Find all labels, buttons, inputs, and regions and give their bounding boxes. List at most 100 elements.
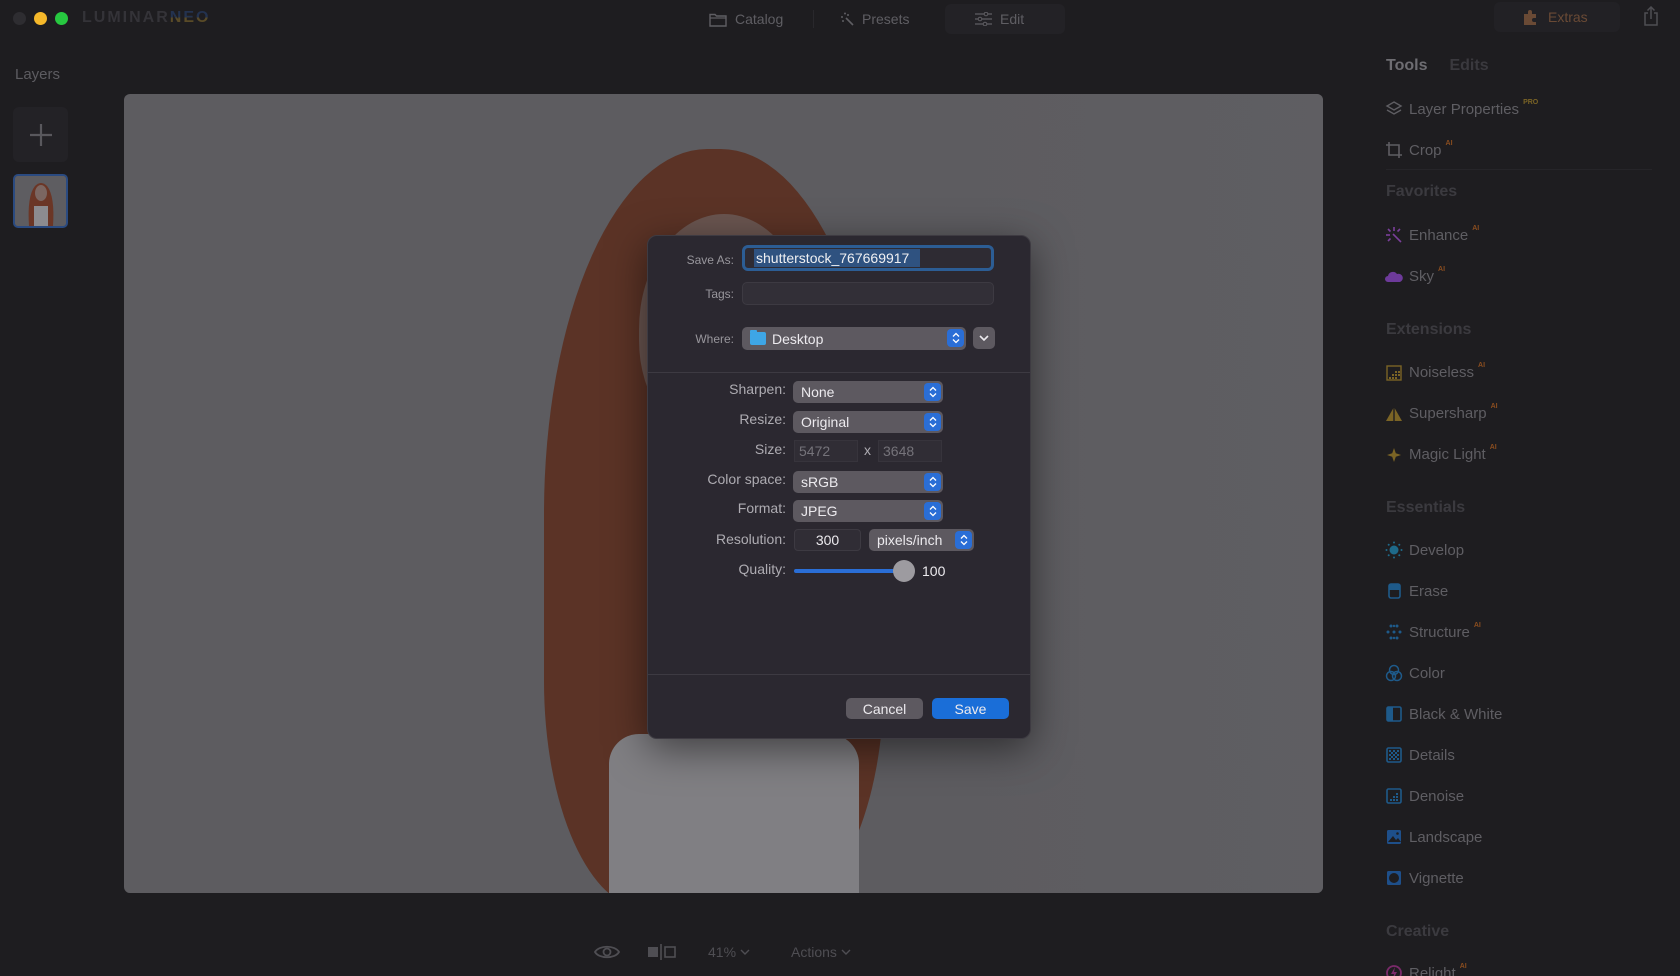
cancel-button[interactable]: Cancel	[846, 698, 923, 719]
sharpen-label: Sharpen:	[729, 381, 786, 397]
tool-magic-light[interactable]: Magic Light AI	[1385, 443, 1497, 465]
nav-edit-label: Edit	[1000, 11, 1025, 27]
tool-label: Supersharp	[1409, 404, 1487, 422]
resize-popup[interactable]: Original	[793, 411, 943, 433]
tool-supersharp[interactable]: Supersharp AI	[1385, 402, 1498, 424]
tool-label: Develop	[1409, 541, 1465, 559]
where-popup[interactable]: Desktop	[742, 327, 966, 350]
size-height-field[interactable]: 3648	[878, 440, 942, 462]
sharpen-popup[interactable]: None	[793, 381, 943, 403]
layers-icon	[1385, 100, 1403, 118]
tool-vignette[interactable]: Vignette	[1385, 867, 1464, 889]
actions-label: Actions	[791, 944, 837, 960]
quality-value: 100	[922, 563, 946, 579]
quality-slider-thumb[interactable]	[893, 560, 915, 582]
noiseless-pro-icon	[1385, 363, 1403, 381]
tags-input[interactable]	[742, 282, 994, 305]
size-width-field[interactable]: 5472	[794, 440, 858, 462]
where-label: Where:	[695, 332, 734, 346]
extras-label: Extras	[1548, 9, 1588, 25]
vignette-icon	[1385, 869, 1403, 887]
where-value: Desktop	[772, 330, 824, 347]
tool-label: Noiseless	[1409, 363, 1475, 381]
resize-value: Original	[801, 414, 850, 430]
tool-label: Enhance	[1409, 226, 1469, 244]
zoom-dropdown[interactable]: 41%	[708, 940, 750, 964]
tool-label: Vignette	[1409, 869, 1464, 887]
quality-slider-track[interactable]	[794, 569, 904, 573]
window-minimize-button[interactable]	[34, 12, 47, 25]
save-as-field[interactable]	[742, 245, 994, 271]
tool-label: Erase	[1409, 582, 1449, 600]
tool-structure[interactable]: Structure AI	[1385, 621, 1481, 643]
folder-icon	[750, 330, 766, 345]
colorspace-popup[interactable]: sRGB	[793, 471, 943, 493]
tool-enhance[interactable]: Enhance AI	[1385, 224, 1479, 246]
sun-icon	[1385, 541, 1403, 559]
updown-chevron-icon	[924, 383, 941, 401]
extras-button[interactable]: Extras	[1494, 2, 1620, 32]
right-panel-divider	[1386, 169, 1652, 170]
quality-label: Quality:	[738, 561, 786, 577]
tool-label: Crop	[1409, 141, 1442, 159]
tool-black-white[interactable]: Black & White	[1385, 703, 1502, 725]
preview-toggle[interactable]	[594, 940, 620, 964]
nav-edit[interactable]: Edit	[945, 4, 1065, 34]
tool-landscape[interactable]: Landscape	[1385, 826, 1482, 848]
updown-chevron-icon	[955, 531, 972, 549]
tool-noiseless[interactable]: Noiseless AI	[1385, 361, 1485, 383]
format-label: Format:	[737, 500, 786, 516]
colorspace-value: sRGB	[801, 474, 839, 490]
resolution-unit-popup[interactable]: pixels/inch	[869, 529, 974, 551]
tool-layer-properties[interactable]: Layer Properties PRO	[1385, 98, 1538, 120]
logo-neo: NEO	[169, 9, 211, 26]
resolution-input[interactable]: 300	[794, 529, 861, 551]
section-essentials: Essentials	[1386, 499, 1466, 516]
zoom-level: 41%	[708, 944, 737, 960]
tool-label: Relight	[1409, 964, 1456, 976]
layer-thumbnail[interactable]	[13, 174, 68, 228]
puzzle-icon	[1522, 8, 1540, 26]
tool-develop[interactable]: Develop	[1385, 539, 1464, 561]
format-value: JPEG	[801, 503, 838, 519]
color-circles-icon	[1385, 664, 1403, 682]
tool-details[interactable]: Details	[1385, 744, 1455, 766]
window-maximize-button[interactable]	[55, 12, 68, 25]
tab-edits[interactable]: Edits	[1449, 57, 1488, 75]
dots-grid-icon	[1385, 623, 1403, 641]
tags-label: Tags:	[705, 287, 734, 301]
chevron-down-icon	[841, 949, 851, 955]
tool-crop[interactable]: Crop AI	[1385, 139, 1453, 161]
tool-relight[interactable]: Relight AI	[1385, 962, 1467, 976]
save-button[interactable]: Save	[932, 698, 1009, 719]
landscape-icon	[1385, 828, 1403, 846]
tool-erase[interactable]: Erase	[1385, 580, 1448, 602]
section-favorites: Favorites	[1386, 183, 1458, 200]
window-close-button[interactable]	[13, 12, 26, 25]
compare-toggle[interactable]	[647, 940, 677, 964]
tool-sky[interactable]: Sky AI	[1385, 265, 1445, 287]
relight-icon	[1385, 964, 1403, 976]
resize-label: Resize:	[739, 411, 786, 427]
tool-label: Layer Properties	[1409, 100, 1520, 118]
nav-presets[interactable]: Presets	[830, 4, 940, 34]
format-popup[interactable]: JPEG	[793, 500, 943, 522]
magic-light-pro-icon	[1385, 445, 1403, 463]
actions-dropdown[interactable]: Actions	[791, 940, 851, 964]
checker-icon	[1385, 746, 1403, 764]
expand-browser-button[interactable]	[973, 327, 995, 349]
layer-thumbnail-image	[15, 176, 66, 226]
save-as-input[interactable]	[754, 249, 920, 267]
add-layer-button[interactable]	[13, 107, 68, 162]
tab-tools[interactable]: Tools	[1386, 57, 1427, 75]
tool-denoise[interactable]: Denoise	[1385, 785, 1464, 807]
layers-title: Layers	[15, 66, 61, 83]
nav-catalog[interactable]: Catalog	[697, 4, 815, 34]
ai-badge: AI	[1489, 443, 1497, 451]
ai-badge: AI	[1473, 621, 1481, 629]
tool-color[interactable]: Color	[1385, 662, 1445, 684]
nav-divider	[813, 10, 814, 28]
save-dialog: Save As: Tags: Where: Desktop Sharpen: N…	[647, 235, 1031, 739]
crop-icon	[1385, 141, 1403, 159]
share-button[interactable]	[1643, 6, 1659, 31]
